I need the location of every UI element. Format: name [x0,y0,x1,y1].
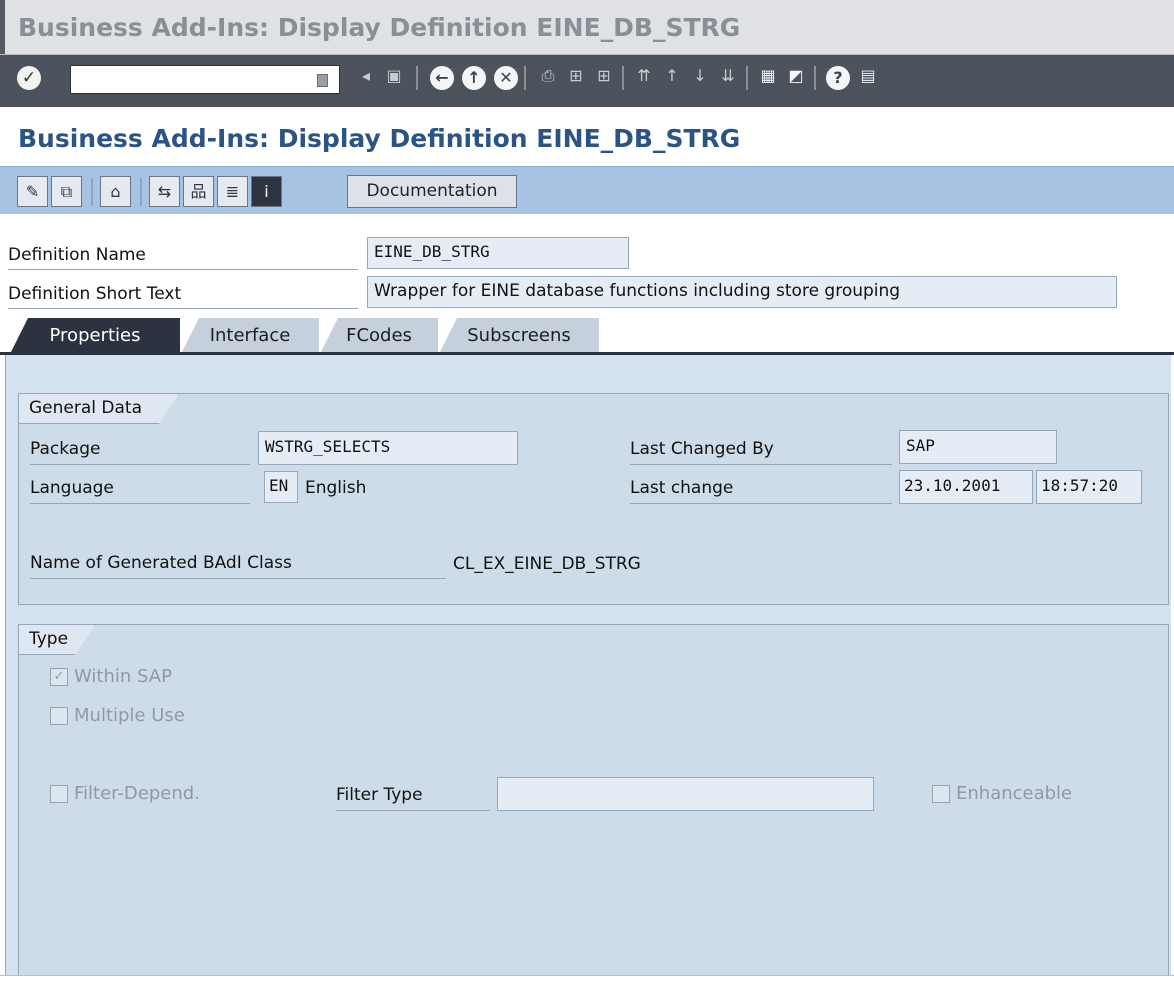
save-icon[interactable]: ▣ [383,64,405,88]
last-changed-by-field[interactable]: SAP [899,430,1057,464]
badi-class-label: Name of Generated BAdI Class [30,549,446,579]
tab-interface[interactable]: Interface [181,318,319,354]
window-title: Business Add-Ins: Display Definition EIN… [18,13,741,42]
history-icon[interactable] [317,74,328,87]
back-icon[interactable]: ← [430,66,454,90]
last-changed-by-label: Last Changed By [630,435,892,465]
toolbar-separator [416,66,418,90]
display-change-icon[interactable]: ✎ [17,176,48,207]
multiple-use-checkbox[interactable] [50,707,68,725]
definition-short-text-field[interactable]: Wrapper for EINE database functions incl… [367,276,1117,308]
print-icon[interactable]: ⎙ [536,64,560,88]
shortcut-icon[interactable]: ◩ [784,64,808,88]
filter-depend-label: Filter-Depend. [74,783,200,804]
create-session-icon[interactable]: ▦ [756,64,780,88]
last-change-date-field[interactable]: 23.10.2001 [899,470,1033,504]
general-data-title: General Data [19,394,179,424]
toolbar-separator [814,66,816,90]
badi-class-value: CL_EX_EINE_DB_STRG [453,554,641,574]
filter-depend-checkbox[interactable] [50,785,68,803]
back-arrow-icon[interactable]: ◂ [359,64,373,88]
activate-icon[interactable]: ⌂ [100,176,131,207]
toolbar-separator [91,178,93,206]
last-change-label: Last change [630,474,892,504]
within-sap-label: Within SAP [74,666,172,687]
tab-properties[interactable]: Properties [10,318,180,354]
toolbar-separator [140,178,142,206]
status-bar [0,975,1174,1001]
last-change-time-field[interactable]: 18:57:20 [1036,470,1142,504]
documentation-button[interactable]: Documentation [347,175,517,208]
find-next-icon[interactable]: ⊞ [592,64,616,88]
next-page-icon[interactable]: ↓ [688,64,712,88]
filter-type-field[interactable] [497,777,874,811]
within-sap-checkbox[interactable]: ✓ [50,668,68,686]
first-page-icon[interactable]: ⇈ [632,64,656,88]
language-name: English [305,478,367,498]
multiple-use-label: Multiple Use [74,705,185,726]
language-code-field[interactable]: EN [264,471,298,503]
window-frame-edge [0,0,5,54]
cancel-icon[interactable]: ✕ [494,66,518,90]
package-field[interactable]: WSTRG_SELECTS [258,431,518,465]
toolbar-separator [746,66,748,90]
toolbar-separator [622,66,624,90]
language-label: Language [30,474,250,504]
definition-name-field[interactable]: EINE_DB_STRG [367,237,629,269]
command-field[interactable] [70,65,340,94]
where-used-icon[interactable]: ⇆ [149,176,180,207]
screen-header: Business Add-Ins: Display Definition EIN… [0,108,1174,166]
definition-short-text-label: Definition Short Text [8,279,358,309]
object-list-icon[interactable]: ≣ [217,176,248,207]
other-object-icon[interactable]: ⧉ [51,176,82,207]
hierarchy-icon[interactable]: 品 [183,176,214,207]
toolbar-separator [524,66,526,90]
previous-page-icon[interactable]: ↑ [660,64,684,88]
tab-subscreens[interactable]: Subscreens [439,318,599,354]
definition-name-label: Definition Name [8,240,358,270]
find-icon[interactable]: ⊞ [564,64,588,88]
info-icon[interactable]: i [251,176,282,207]
enhanceable-label: Enhanceable [956,783,1073,804]
last-page-icon[interactable]: ⇊ [716,64,740,88]
tab-fcodes[interactable]: FCodes [320,318,438,354]
filter-type-label: Filter Type [336,781,490,811]
package-label: Package [30,435,250,465]
enhanceable-checkbox[interactable] [932,785,950,803]
layout-menu-icon[interactable]: ▤ [856,64,880,88]
window-title-bar: Business Add-Ins: Display Definition EIN… [0,0,1174,55]
help-icon[interactable]: ? [826,66,850,90]
exit-icon[interactable]: ↑ [462,66,486,90]
screen-title: Business Add-Ins: Display Definition EIN… [18,124,741,153]
enter-icon[interactable]: ✓ [17,66,41,90]
